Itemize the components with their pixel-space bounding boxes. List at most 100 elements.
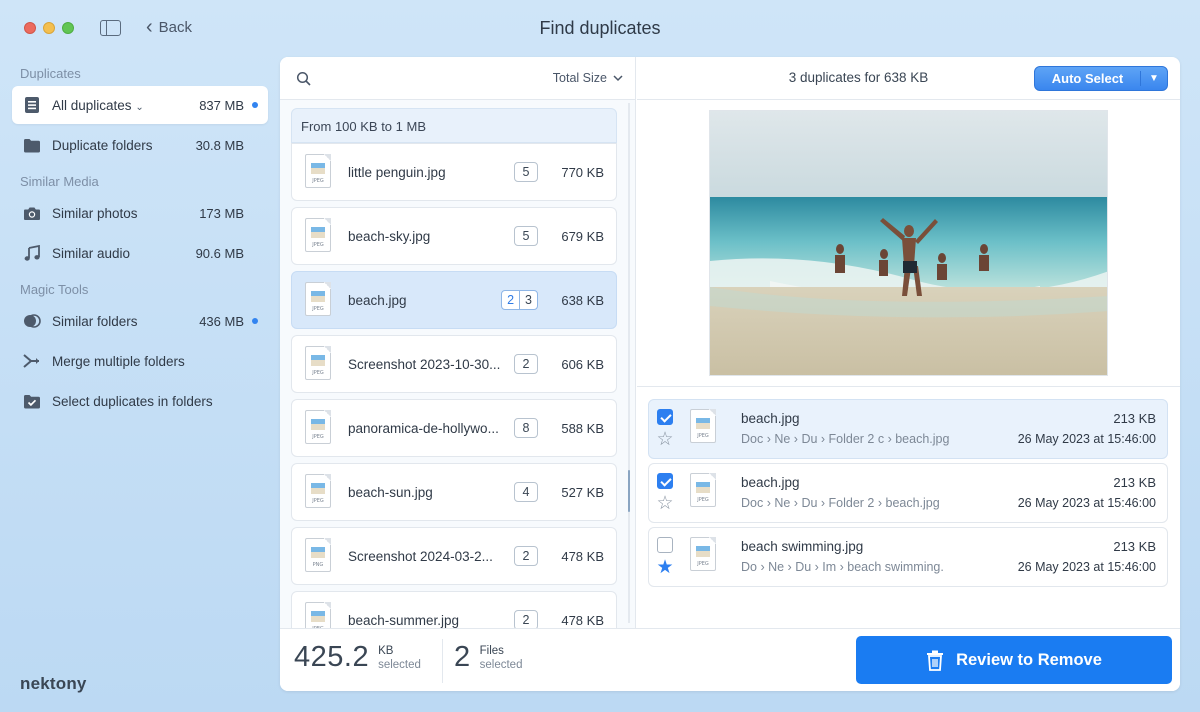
duplicates-summary: 3 duplicates for 638 KB xyxy=(788,70,929,85)
selected-files-unit: Files xyxy=(479,644,504,657)
chevron-down-icon xyxy=(613,74,623,81)
selected-size-value: 425.2 xyxy=(294,641,370,673)
sidebar-item-label: Duplicate folders xyxy=(52,137,153,153)
duplicate-list: ☆ JPEG beach.jpg Doc › Ne › Du › Folder … xyxy=(648,399,1168,591)
duplicate-count-badge: 8 xyxy=(514,418,538,438)
duplicate-path[interactable]: Do › Ne › Du › Im › beach swimming. xyxy=(741,560,944,574)
music-note-icon xyxy=(22,243,42,263)
duplicate-name: beach.jpg xyxy=(741,411,800,426)
duplicate-row[interactable]: ★ JPEG beach swimming.jpg Do › Ne › Du ›… xyxy=(648,527,1168,587)
sidebar-item-label: Similar photos xyxy=(52,205,138,221)
sidebar-item-merge-folders[interactable]: Merge multiple folders xyxy=(12,342,268,380)
jpeg-file-icon: JPEG xyxy=(690,473,718,509)
file-size: 679 KB xyxy=(561,228,604,244)
file-list-scrollbar[interactable] xyxy=(628,103,630,623)
keep-checkbox[interactable] xyxy=(657,409,673,425)
duplicate-path[interactable]: Doc › Ne › Du › Folder 2 c › beach.jpg xyxy=(741,432,949,446)
group-header: From 100 KB to 1 MB xyxy=(291,108,617,143)
jpeg-file-icon: JPEG xyxy=(305,154,333,190)
duplicate-date: 26 May 2023 at 15:46:00 xyxy=(1017,496,1156,510)
file-row[interactable]: JPEG panoramica-de-hollywo... 8 588 KB xyxy=(291,399,617,457)
sidebar-item-label: All duplicates xyxy=(52,97,132,113)
sidebar-item-size: 837 MB xyxy=(199,97,244,113)
duplicate-count-badge: 2 xyxy=(514,610,538,630)
scrollbar-thumb[interactable] xyxy=(628,470,630,512)
selected-files-stat: 2 Files selected xyxy=(454,641,522,674)
jpeg-file-icon: JPEG xyxy=(305,218,333,254)
review-label: Review to Remove xyxy=(956,650,1102,669)
sidebar-item-similar-audio[interactable]: Similar audio 90.6 MB xyxy=(12,234,268,272)
file-row-selected[interactable]: JPEG beach.jpg 23 638 KB xyxy=(291,271,617,329)
sidebar-item-similar-photos[interactable]: Similar photos 173 MB xyxy=(12,194,268,232)
file-row[interactable]: JPEG Screenshot 2023-10-30... 2 606 KB xyxy=(291,335,617,393)
star-outline-icon[interactable]: ☆ xyxy=(655,494,675,514)
duplicate-path[interactable]: Doc › Ne › Du › Folder 2 › beach.jpg xyxy=(741,496,940,510)
sidebar-section-similar-media: Similar Media xyxy=(20,174,99,189)
sidebar-item-select-duplicates-in-folders[interactable]: Select duplicates in folders xyxy=(12,382,268,420)
duplicate-row[interactable]: ☆ JPEG beach.jpg Doc › Ne › Du › Folder … xyxy=(648,399,1168,459)
jpeg-file-icon: JPEG xyxy=(305,282,333,318)
star-outline-icon[interactable]: ☆ xyxy=(655,430,675,450)
sort-dropdown[interactable]: Total Size xyxy=(553,71,623,85)
keep-checkbox[interactable] xyxy=(657,473,673,489)
sidebar-item-size: 436 MB xyxy=(199,313,244,329)
sidebar-item-duplicate-folders[interactable]: Duplicate folders 30.8 MB xyxy=(12,126,268,164)
sidebar-item-similar-folders[interactable]: Similar folders 436 MB xyxy=(12,302,268,340)
file-list-header: Total Size xyxy=(280,57,635,100)
png-file-icon: PNG xyxy=(305,538,333,574)
sort-label: Total Size xyxy=(552,71,607,85)
selected-count: 2 xyxy=(502,291,521,309)
search-icon[interactable] xyxy=(296,71,312,87)
sidebar-item-size: 90.6 MB xyxy=(195,245,244,261)
detail-pane: 3 duplicates for 638 KB Auto Select ▼ ☆ … xyxy=(637,57,1180,628)
jpeg-file-icon: JPEG xyxy=(690,409,718,445)
camera-icon xyxy=(22,203,42,223)
duplicate-count-badge: 5 xyxy=(514,162,538,182)
divider xyxy=(442,639,443,683)
file-row[interactable]: JPEG beach-sun.jpg 4 527 KB xyxy=(291,463,617,521)
image-preview xyxy=(709,110,1108,376)
document-list-icon xyxy=(22,95,42,115)
app-window: ‹ Back Find duplicates Duplicates All du… xyxy=(0,0,1200,712)
keep-checkbox[interactable] xyxy=(657,537,673,553)
sidebar-section-magic-tools: Magic Tools xyxy=(20,282,89,297)
auto-select-button[interactable]: Auto Select ▼ xyxy=(1034,66,1168,91)
sidebar-item-label: Similar audio xyxy=(52,245,131,261)
sidebar-item-all-duplicates[interactable]: All duplicates ⌄ 837 MB xyxy=(12,86,268,124)
detail-header: 3 duplicates for 638 KB Auto Select ▼ xyxy=(637,57,1180,100)
file-row[interactable]: JPEG beach-sky.jpg 5 679 KB xyxy=(291,207,617,265)
file-size: 527 KB xyxy=(561,484,604,500)
main-panel: Total Size From 100 KB to 1 MB JPEG litt… xyxy=(280,57,1180,691)
selected-size-unit: KB xyxy=(378,644,394,657)
sidebar: Duplicates All duplicates ⌄ 837 MB Dupli… xyxy=(12,60,268,422)
chevron-down-icon[interactable]: ⌄ xyxy=(135,102,143,113)
file-list-pane: Total Size From 100 KB to 1 MB JPEG litt… xyxy=(280,57,636,649)
review-to-remove-button[interactable]: Review to Remove xyxy=(856,636,1172,684)
duplicate-count-badge: 2 xyxy=(514,354,538,374)
duplicate-name: beach swimming.jpg xyxy=(741,539,864,554)
file-name: panoramica-de-hollywo... xyxy=(348,420,499,436)
file-name: beach-sky.jpg xyxy=(348,228,431,244)
duplicate-count-badge: 23 xyxy=(501,290,538,310)
folder-icon xyxy=(22,135,42,155)
bottom-bar: 425.2 KB selected 2 Files selected Review … xyxy=(280,628,1180,691)
trash-icon xyxy=(927,650,944,671)
file-name: beach-summer.jpg xyxy=(348,612,460,628)
file-name: beach.jpg xyxy=(348,292,407,308)
star-filled-icon[interactable]: ★ xyxy=(655,558,675,578)
jpeg-file-icon: JPEG xyxy=(305,474,333,510)
duplicate-row[interactable]: ☆ JPEG beach.jpg Doc › Ne › Du › Folder … xyxy=(648,463,1168,523)
jpeg-file-icon: JPEG xyxy=(690,537,718,573)
chevron-down-icon[interactable]: ▼ xyxy=(1141,73,1167,84)
auto-select-label[interactable]: Auto Select xyxy=(1035,71,1141,86)
selected-size-caption: selected xyxy=(378,658,421,671)
file-row[interactable]: PNG Screenshot 2024-03-2... 2 478 KB xyxy=(291,527,617,585)
file-row[interactable]: JPEG little penguin.jpg 5 770 KB xyxy=(291,143,617,201)
status-dot xyxy=(252,102,258,108)
sidebar-item-label: Similar folders xyxy=(52,313,138,329)
sidebar-item-size: 173 MB xyxy=(199,205,244,221)
file-name: little penguin.jpg xyxy=(348,164,446,180)
file-size: 478 KB xyxy=(561,612,604,628)
file-size: 478 KB xyxy=(561,548,604,564)
duplicate-count-badge: 4 xyxy=(514,482,538,502)
